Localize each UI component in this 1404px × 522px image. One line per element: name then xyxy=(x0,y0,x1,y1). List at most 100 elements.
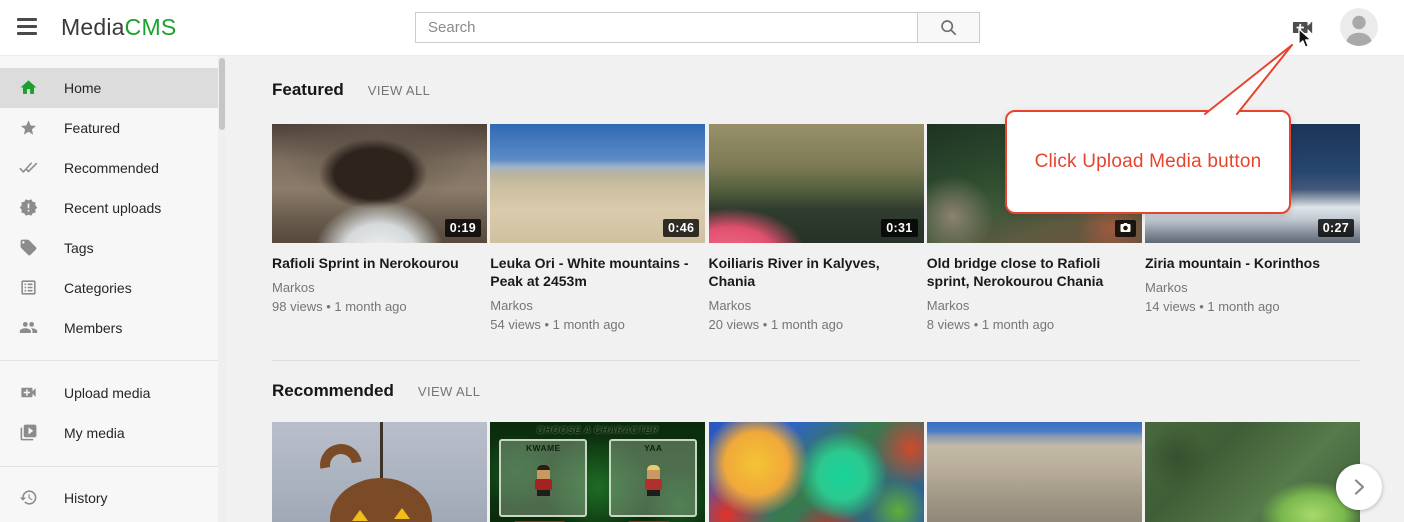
media-meta: 54 views • 1 month ago xyxy=(490,316,705,333)
photo-badge xyxy=(1115,220,1136,237)
duration-badge: 0:46 xyxy=(663,219,699,237)
sidebar-item-label: Home xyxy=(64,80,101,96)
sidebar-item-label: Tags xyxy=(64,240,94,256)
categories-icon xyxy=(19,278,38,297)
video-thumbnail[interactable]: 0:19 xyxy=(272,124,487,243)
tag-icon xyxy=(19,238,38,257)
game-title: CHOOSE A CHARACTER xyxy=(490,425,705,436)
search-icon xyxy=(939,18,958,37)
media-title[interactable]: Leuka Ori - White mountains - Peak at 24… xyxy=(490,254,705,290)
media-card[interactable]: CHOOSE A CHARACTER KWAME YAA Selected Se… xyxy=(490,422,705,522)
home-icon xyxy=(19,78,38,97)
sidebar-item-home[interactable]: Home xyxy=(0,68,218,108)
mediacms-page: MediaCMS Home xyxy=(0,0,1404,522)
sidebar-item-label: History xyxy=(64,490,108,506)
upload-media-icon xyxy=(19,383,38,402)
sidebar-item-categories[interactable]: Categories xyxy=(0,268,218,308)
media-card[interactable]: 0:19 Rafioli Sprint in Nerokourou Markos… xyxy=(272,124,487,333)
search-bar xyxy=(415,12,980,43)
sidebar-item-label: My media xyxy=(64,425,125,441)
video-thumbnail[interactable] xyxy=(927,422,1142,522)
media-author: Markos xyxy=(490,297,705,314)
history-icon xyxy=(19,488,38,507)
next-page-button[interactable] xyxy=(1336,464,1382,510)
media-card[interactable] xyxy=(1145,422,1360,522)
video-thumbnail[interactable] xyxy=(272,422,487,522)
featured-section-header: Featured VIEW ALL xyxy=(272,80,430,100)
members-icon xyxy=(19,318,38,337)
recommended-row: CHOOSE A CHARACTER KWAME YAA Selected Se… xyxy=(272,422,1360,522)
scrollbar-thumb[interactable] xyxy=(219,58,225,130)
chevron-right-icon xyxy=(1349,477,1369,497)
media-title[interactable]: Ziria mountain - Korinthos xyxy=(1145,254,1360,272)
duration-badge: 0:31 xyxy=(881,219,917,237)
recommended-section-header: Recommended VIEW ALL xyxy=(272,381,480,401)
logo-part1: Media xyxy=(61,14,125,40)
sidebar-item-label: Featured xyxy=(64,120,120,136)
sidebar-item-label: Upload media xyxy=(64,385,150,401)
sidebar-divider xyxy=(0,360,218,361)
new-releases-icon xyxy=(19,198,38,217)
media-author: Markos xyxy=(272,279,487,296)
media-card[interactable] xyxy=(272,422,487,522)
media-card[interactable] xyxy=(927,422,1142,522)
sidebar-item-recommended[interactable]: Recommended xyxy=(0,148,218,188)
video-thumbnail[interactable] xyxy=(709,422,924,522)
media-card[interactable]: 0:46 Leuka Ori - White mountains - Peak … xyxy=(490,124,705,333)
view-all-link[interactable]: VIEW ALL xyxy=(418,384,480,399)
sidebar-item-label: Members xyxy=(64,320,122,336)
camera-icon xyxy=(1119,222,1132,233)
section-divider xyxy=(272,360,1360,361)
sidebar: Home Featured Recommended Recent uploads… xyxy=(0,56,218,522)
sidebar-item-upload-media[interactable]: Upload media xyxy=(0,373,218,413)
media-author: Markos xyxy=(1145,279,1360,296)
sidebar-item-tags[interactable]: Tags xyxy=(0,228,218,268)
callout-text: Click Upload Media button xyxy=(1035,151,1262,173)
sidebar-item-featured[interactable]: Featured xyxy=(0,108,218,148)
media-card[interactable]: 0:31 Koiliaris River in Kalyves, Chania … xyxy=(709,124,924,333)
user-icon xyxy=(1340,8,1378,46)
sidebar-item-label: Categories xyxy=(64,280,132,296)
media-title[interactable]: Rafioli Sprint in Nerokourou xyxy=(272,254,487,272)
character-figure xyxy=(531,465,555,496)
sidebar-item-label: Recommended xyxy=(64,160,159,176)
video-thumbnail[interactable]: CHOOSE A CHARACTER KWAME YAA Selected Se… xyxy=(490,422,705,522)
media-meta: 98 views • 1 month ago xyxy=(272,298,487,315)
media-meta: 20 views • 1 month ago xyxy=(709,316,924,333)
my-media-icon xyxy=(19,423,38,442)
character-name: KWAME xyxy=(501,443,585,453)
video-thumbnail[interactable] xyxy=(1145,422,1360,522)
video-thumbnail[interactable]: 0:46 xyxy=(490,124,705,243)
media-title[interactable]: Koiliaris River in Kalyves, Chania xyxy=(709,254,924,290)
sidebar-item-label: Recent uploads xyxy=(64,200,161,216)
media-meta: 14 views • 1 month ago xyxy=(1145,298,1360,315)
sidebar-item-my-media[interactable]: My media xyxy=(0,413,218,453)
sidebar-divider xyxy=(0,466,218,467)
search-button[interactable] xyxy=(918,12,980,43)
logo-part2: CMS xyxy=(125,14,177,40)
menu-icon[interactable] xyxy=(17,18,37,38)
section-title: Recommended xyxy=(272,381,394,401)
logo[interactable]: MediaCMS xyxy=(61,14,176,41)
avatar[interactable] xyxy=(1340,8,1378,46)
character-name: YAA xyxy=(611,443,695,453)
video-thumbnail[interactable]: 0:31 xyxy=(709,124,924,243)
upload-media-button[interactable] xyxy=(1292,18,1314,37)
duration-badge: 0:27 xyxy=(1318,219,1354,237)
search-input[interactable] xyxy=(415,12,918,43)
media-author: Markos xyxy=(927,297,1142,314)
section-title: Featured xyxy=(272,80,344,100)
media-title[interactable]: Old bridge close to Rafioli sprint, Nero… xyxy=(927,254,1142,290)
sidebar-item-recent-uploads[interactable]: Recent uploads xyxy=(0,188,218,228)
duration-badge: 0:19 xyxy=(445,219,481,237)
sidebar-item-history[interactable]: History xyxy=(0,478,218,518)
upload-media-icon xyxy=(1292,18,1314,37)
sidebar-item-members[interactable]: Members xyxy=(0,308,218,348)
sidebar-scrollbar[interactable] xyxy=(218,56,226,522)
double-check-icon xyxy=(19,158,38,177)
star-icon xyxy=(19,118,38,137)
media-card[interactable] xyxy=(709,422,924,522)
top-bar: MediaCMS xyxy=(0,0,1404,56)
view-all-link[interactable]: VIEW ALL xyxy=(368,83,430,98)
character-panel: KWAME xyxy=(499,439,587,517)
